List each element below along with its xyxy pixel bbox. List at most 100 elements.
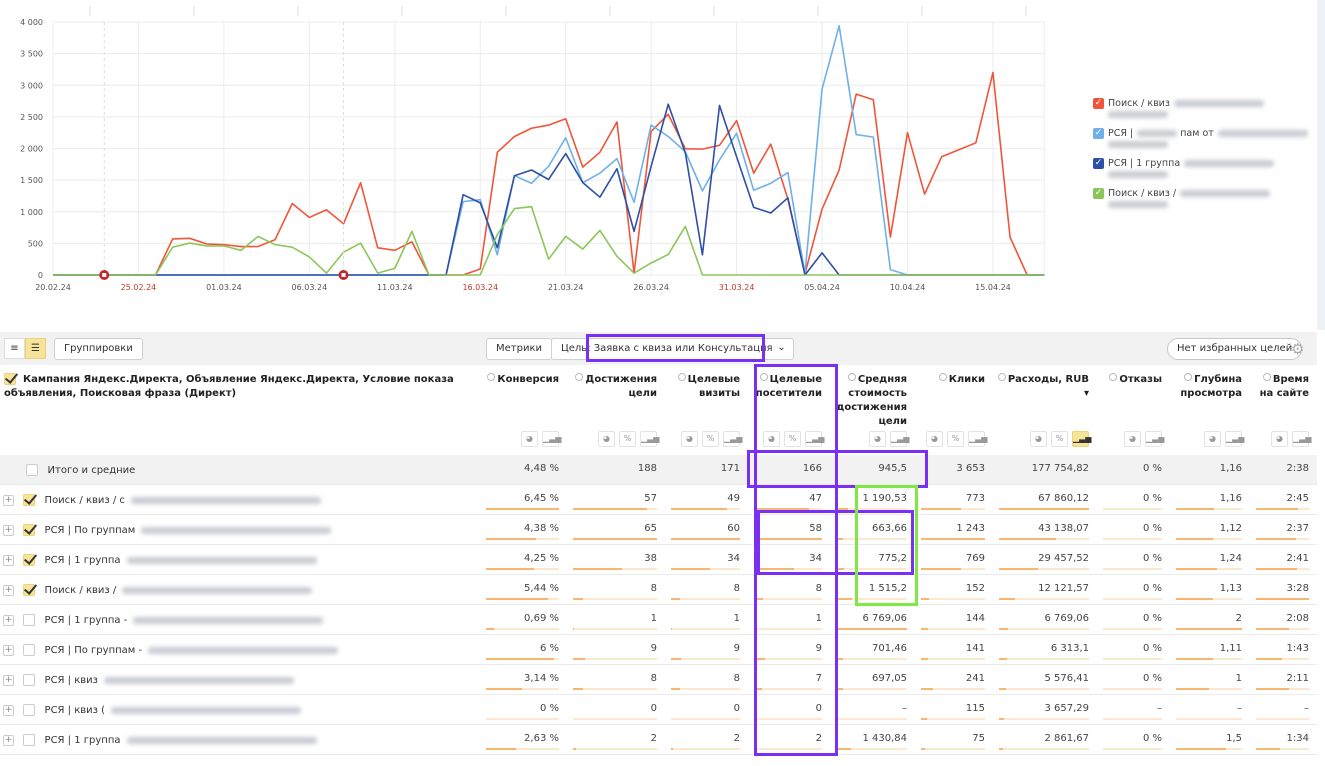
bar-chart-icon[interactable]: ▁▃▅	[723, 431, 742, 447]
select-all-checkbox[interactable]	[4, 373, 16, 385]
expand-plus-icon[interactable]: +	[3, 494, 14, 506]
info-icon[interactable]	[1262, 373, 1271, 381]
pie-chart-icon[interactable]: ◕	[598, 431, 615, 447]
legend-checkbox-icon[interactable]: ✓	[1093, 128, 1104, 139]
row-checkbox[interactable]	[23, 584, 35, 596]
table-row[interactable]: + РСЯ | По группам - 6 % 9 9 9 701,46 141 6 313…	[0, 635, 1317, 665]
column-view-icons: ◕ ▁▃▅	[1250, 431, 1317, 447]
bar-chart-icon[interactable]: ▁▃▅	[1292, 431, 1311, 447]
row-checkbox[interactable]	[23, 614, 35, 626]
table-row[interactable]: + Поиск / квиз / с 6,45 % 57 49 47 1 190,53 77…	[0, 485, 1317, 515]
table-row[interactable]: + РСЯ | По группам 4,38 % 65 60 58 663,66 1 24…	[0, 515, 1317, 545]
column-header[interactable]: Целевые посетители	[748, 373, 830, 401]
pie-chart-icon[interactable]: ◕	[681, 431, 698, 447]
column-header[interactable]: Глубина просмотра	[1170, 373, 1250, 401]
bar-chart-icon[interactable]: ▁▃▅	[890, 431, 909, 447]
pie-chart-icon[interactable]: ◕	[1124, 431, 1141, 447]
percent-icon[interactable]: %	[947, 431, 964, 447]
pie-chart-icon[interactable]: ◕	[869, 431, 886, 447]
legend-checkbox-icon[interactable]: ✓	[1093, 188, 1104, 199]
column-header[interactable]: Достижения цели	[567, 373, 665, 401]
legend-item[interactable]: ✓ Поиск / квиз /	[1093, 188, 1308, 218]
value-bar	[754, 688, 822, 690]
legend-checkbox-icon[interactable]: ✓	[1093, 98, 1104, 109]
info-icon[interactable]	[997, 373, 1006, 381]
column-header[interactable]: Конверсия	[480, 373, 567, 387]
expand-plus-icon[interactable]: +	[3, 524, 14, 536]
legend-item[interactable]: ✓ Поиск / квиз	[1093, 98, 1308, 128]
flat-view-button[interactable]: ≡	[4, 338, 25, 359]
column-view-icons: ◕ ▁▃▅	[830, 431, 915, 447]
info-icon[interactable]	[759, 373, 768, 381]
tree-view-button[interactable]: ☰	[25, 338, 46, 359]
bar-chart-icon[interactable]: ▁▃▅	[968, 431, 987, 447]
pie-chart-icon[interactable]: ◕	[763, 431, 780, 447]
table-row[interactable]: + РСЯ | квиз (0 % 0 0 0 – 115 3 657,29 – – –	[0, 695, 1317, 725]
bar-chart-icon[interactable]: ▁▃▅	[1225, 431, 1244, 447]
expand-plus-icon[interactable]: +	[3, 614, 14, 626]
row-checkbox[interactable]	[23, 674, 35, 686]
column-header[interactable]: Клики	[915, 373, 993, 387]
groupings-button[interactable]: Группировки	[54, 338, 143, 360]
bar-chart-icon[interactable]: ▁▃▅	[1145, 431, 1164, 447]
column-header[interactable]: Целевые визиты	[665, 373, 748, 401]
pie-chart-icon[interactable]: ◕	[521, 431, 538, 447]
info-icon[interactable]	[1109, 373, 1118, 381]
metric-value: 3,14 %	[524, 673, 559, 684]
info-icon[interactable]	[847, 373, 856, 381]
bar-chart-icon[interactable]: ▁▃▅	[542, 431, 561, 447]
table-row[interactable]: + РСЯ | 1 группа 2,63 % 2 2 2 1 430,84 75 2 861…	[0, 725, 1317, 755]
value-bar	[1176, 598, 1242, 600]
column-header[interactable]: Отказы	[1097, 373, 1170, 387]
row-checkbox[interactable]	[23, 524, 35, 536]
expand-plus-icon[interactable]: +	[3, 644, 14, 656]
row-checkbox[interactable]	[26, 464, 38, 476]
table-row[interactable]: + РСЯ | квиз 3,14 % 8 8 7 697,05 241 5 576,41 0 …	[0, 665, 1317, 695]
row-checkbox[interactable]	[23, 704, 35, 716]
pie-chart-icon[interactable]: ◕	[1271, 431, 1288, 447]
legend-label: Поиск / квиз /	[1108, 188, 1271, 210]
percent-icon[interactable]: %	[784, 431, 801, 447]
gear-icon[interactable]: ⚙	[1291, 341, 1304, 357]
favorite-goals-button[interactable]: Нет избранных целей	[1167, 338, 1303, 360]
info-icon[interactable]	[938, 373, 947, 381]
expand-plus-icon[interactable]: +	[3, 734, 14, 746]
pie-chart-icon[interactable]: ◕	[1204, 431, 1221, 447]
pie-chart-icon[interactable]: ◕	[1030, 431, 1047, 447]
percent-icon[interactable]: %	[619, 431, 636, 447]
table-row[interactable]: + РСЯ | 1 группа - 0,69 % 1 1 1 6 769,06 144 6 …	[0, 605, 1317, 635]
table-row[interactable]: + Поиск / квиз / 5,44 % 8 8 8 1 515,2 152 12 12…	[0, 575, 1317, 605]
row-checkbox[interactable]	[23, 554, 35, 566]
percent-icon[interactable]: %	[702, 431, 719, 447]
expand-plus-icon[interactable]: +	[3, 674, 14, 686]
bar-chart-icon[interactable]: ▁▃▅	[805, 431, 824, 447]
y-tick-label: 1 000	[20, 208, 43, 217]
expand-plus-icon[interactable]: +	[3, 554, 14, 566]
row-checkbox[interactable]	[23, 734, 35, 746]
goal-select-label: Цель: Заявка с квиза или Консультация	[561, 343, 773, 354]
info-icon[interactable]	[575, 373, 584, 381]
row-checkbox[interactable]	[23, 644, 35, 656]
expand-plus-icon[interactable]: +	[3, 704, 14, 716]
info-icon[interactable]	[487, 373, 496, 381]
percent-icon[interactable]: %	[1051, 431, 1068, 447]
metric-value: 1,16	[1219, 463, 1242, 474]
goal-select[interactable]: Цель: Заявка с квиза или Консультация ⌄	[551, 338, 794, 360]
y-tick-label: 500	[28, 239, 43, 248]
totals-row[interactable]: Итого и средние 4,48 % 188 171 166 945,5 3 653…	[0, 455, 1317, 485]
table-row[interactable]: + РСЯ | 1 группа 4,25 % 38 34 34 775,2 769 29 4…	[0, 545, 1317, 575]
legend-item[interactable]: ✓ РСЯ | пам от	[1093, 128, 1308, 158]
legend-checkbox-icon[interactable]: ✓	[1093, 158, 1104, 169]
column-header[interactable]: Расходы, RUB ▾	[993, 373, 1097, 401]
info-icon[interactable]	[1184, 373, 1193, 381]
pie-chart-icon[interactable]: ◕	[926, 431, 943, 447]
legend-item[interactable]: ✓ РСЯ | 1 группа	[1093, 158, 1308, 188]
info-icon[interactable]	[677, 373, 686, 381]
expand-plus-icon[interactable]: +	[3, 584, 14, 596]
row-checkbox[interactable]	[23, 494, 35, 506]
metrics-button[interactable]: Метрики	[486, 338, 552, 360]
column-header[interactable]: Время на сайте	[1250, 373, 1317, 401]
bar-chart-icon[interactable]: ▁▃▅	[640, 431, 659, 447]
bar-chart-icon[interactable]: ▁▃▅	[1072, 431, 1091, 447]
column-header[interactable]: Средняя стоимость достижения цели	[830, 373, 915, 429]
